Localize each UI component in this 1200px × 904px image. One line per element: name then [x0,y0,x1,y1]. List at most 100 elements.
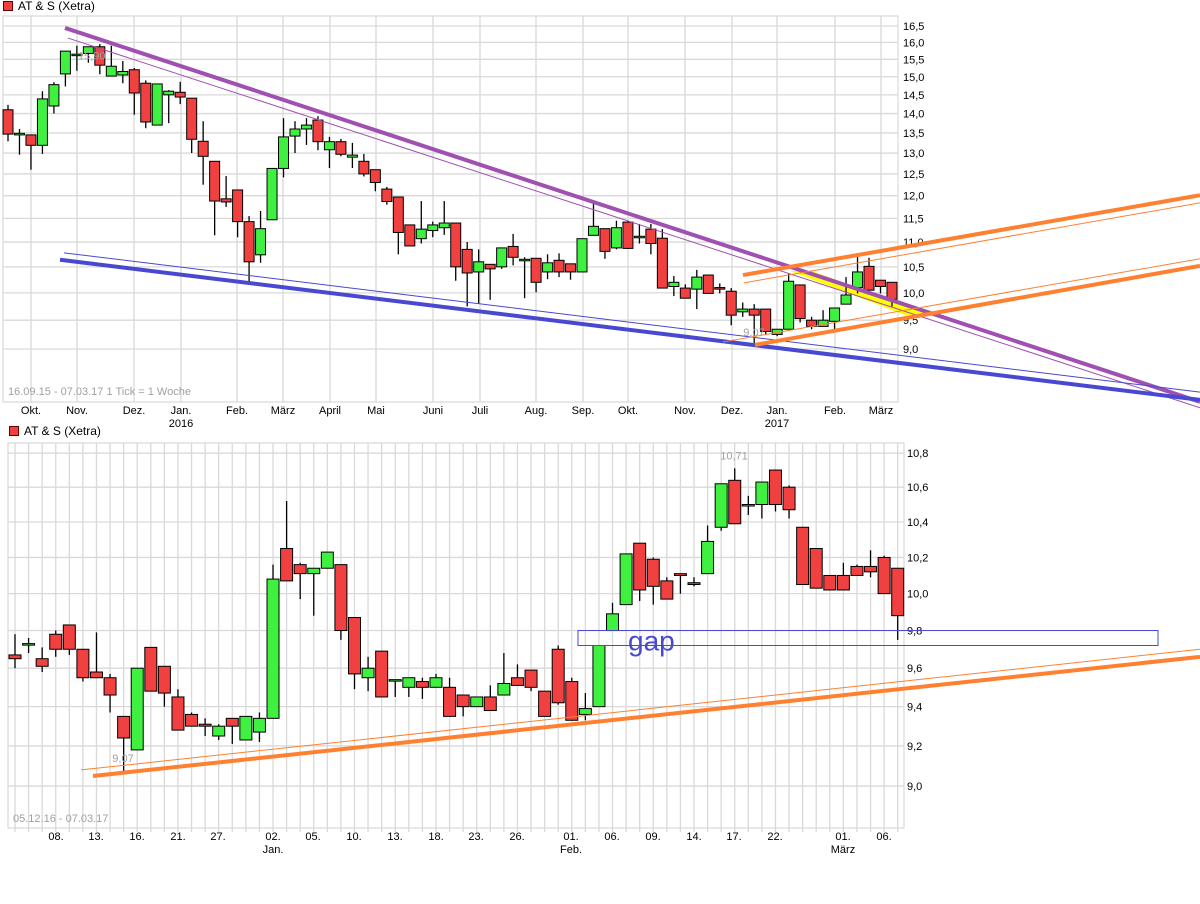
y-tick-label: 10,5 [903,262,924,274]
candle-down [524,669,538,688]
y-tick-label: 9,0 [907,781,922,793]
candle-down [198,723,212,727]
x-tick-label: Dez. [721,405,744,417]
candle-up [388,679,402,682]
candle-down [850,565,864,576]
candle-down [144,646,158,692]
candle-down [25,134,37,146]
candle-down [157,665,171,694]
candle-down [530,257,542,283]
candle-up [36,98,48,146]
x-tick-label: Okt. [21,405,41,417]
y-tick-label: 16,5 [903,21,924,33]
candle-up [255,228,267,256]
x-tick-sublabel: 2017 [765,418,789,430]
candle-down [809,548,823,589]
candle-down [209,160,221,202]
price-annotation: 10,71 [720,450,748,462]
candle-down [461,248,473,274]
candle-down [483,696,497,712]
candle-up [714,483,728,528]
daily-candlestick-chart: 10,8 10,6 10,4 10,2 10,0 9,8 9,6 9,4 9,2 9,0 08. 13… [7,442,1200,856]
candle-down [886,281,898,300]
candle-up [22,643,36,646]
candle-down [456,694,470,708]
candle-down [280,548,294,582]
candle-up [576,238,588,273]
candle-down [748,308,760,316]
x-tick-label: Mai [367,405,385,417]
x-tick-label: 13. [387,831,402,843]
candle-down [415,681,429,688]
y-tick-label: 13,0 [903,148,924,160]
x-tick-label: 17. [726,831,741,843]
date-range-label: 16.09.15 - 07.03.17 1 Tick = 1 Woche [8,386,191,398]
candle-up [610,227,622,249]
candle-up [619,553,633,606]
candle-down [633,542,647,591]
x-tick-label: März [271,405,295,417]
candle-up [737,308,749,313]
candle-down [510,677,524,686]
y-tick-label: 9,6 [907,663,922,675]
candle-up [783,280,795,330]
x-tick-label: 18. [428,831,443,843]
x-tick-label: Nov. [66,405,88,417]
candle-down [49,633,63,650]
y-tick-label: 10,6 [907,482,928,494]
candle-up [117,70,129,76]
x-tick-label: 14. [686,831,701,843]
candle-up [361,667,375,679]
candle-up [519,258,531,262]
x-tick-label: 13. [88,831,103,843]
candle-up [323,141,335,151]
candle-up [266,167,278,221]
candle-down [725,290,737,316]
y-tick-label: 13,5 [903,128,924,140]
candle-down [128,69,140,94]
x-tick-label: 08. [48,831,63,843]
y-tick-label: 15,0 [903,72,924,84]
candle-down [507,245,519,258]
candle-down [8,654,22,660]
candle-down [450,222,462,268]
candle-down [565,263,577,273]
candle-down [76,648,90,679]
candle-up [48,84,60,107]
candle-down [404,224,416,247]
price-annotation: 9,07 [112,753,133,765]
candle-up [701,540,715,575]
x-tick-label: Dez. [123,405,146,417]
x-tick-label: April [319,405,341,417]
candle-up [402,677,416,688]
x-tick-label: 26. [509,831,524,843]
candle-down [768,469,782,506]
candle-up [239,715,253,741]
candle-down [702,274,714,294]
x-tick-label: 06. [604,831,619,843]
candle-up [470,696,484,708]
candle-up [606,613,620,632]
candle-up [320,551,334,569]
y-tick-label: 12,5 [903,169,924,181]
candle-down [782,486,796,511]
candle-down [174,91,186,98]
candle-up [578,708,592,715]
x-tick-label: 01. [835,831,850,843]
candle-up [130,667,144,751]
y-tick-label: 9,4 [907,702,922,714]
candle-up [438,222,450,229]
x-tick-label: Juli [472,405,489,417]
candle-down [874,279,886,287]
candle-up [852,271,864,289]
candle-up [278,136,290,169]
x-tick-label: 06. [876,831,891,843]
x-tick-label: Aug. [525,405,548,417]
x-tick-label: 02. [265,831,280,843]
candle-down [877,556,891,595]
x-tick-label: 21. [170,831,185,843]
x-tick-label: 05. [305,831,320,843]
candle-up [300,124,312,130]
candle-down [891,567,905,617]
candle-up [741,504,755,507]
